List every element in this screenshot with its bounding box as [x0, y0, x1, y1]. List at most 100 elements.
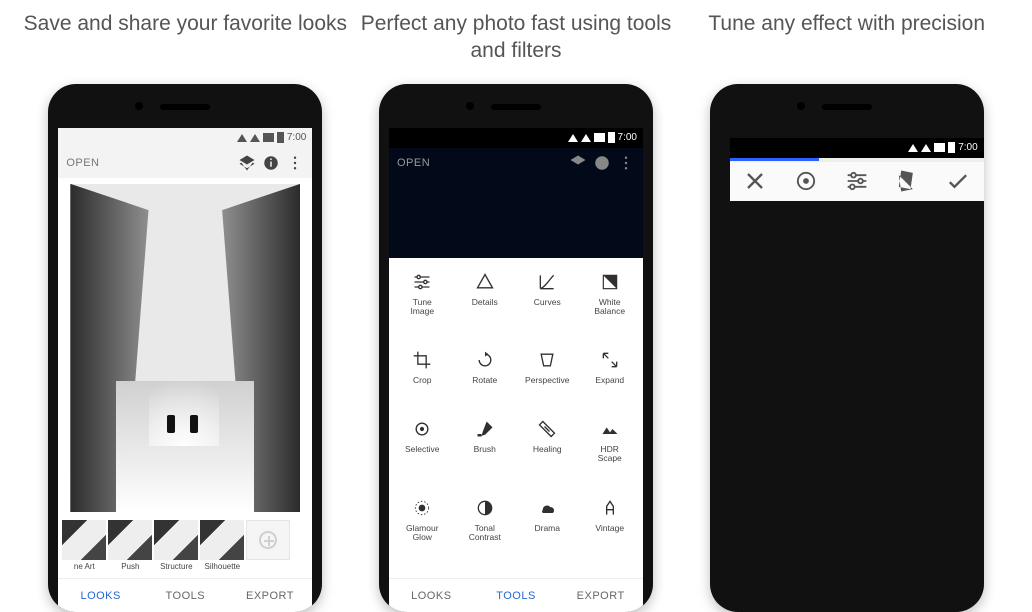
- drama-icon: [537, 498, 557, 518]
- top-toolbar: OPEN: [389, 148, 643, 178]
- open-button[interactable]: OPEN: [66, 157, 232, 169]
- battery-icon: [608, 132, 615, 143]
- tool-label: HDRScape: [598, 445, 622, 463]
- tool-glow[interactable]: GlamourGlow: [391, 492, 454, 570]
- open-button[interactable]: OPEN: [397, 157, 563, 169]
- caption-center: Perfect any photo fast using tools and f…: [351, 10, 682, 66]
- info-icon[interactable]: [262, 154, 280, 172]
- battery-icon: [948, 142, 955, 153]
- tab-tools[interactable]: TOOLS: [474, 579, 559, 612]
- vintage-icon: [600, 498, 620, 518]
- brush-icon: [475, 419, 495, 439]
- tool-rotate[interactable]: Rotate: [454, 344, 517, 413]
- tool-label: GlamourGlow: [406, 524, 439, 542]
- hdr-icon: [600, 419, 620, 439]
- selective-icon[interactable]: [792, 167, 820, 195]
- tab-export[interactable]: EXPORT: [228, 579, 313, 612]
- bottom-tabs: LOOKS TOOLS EXPORT: [58, 578, 312, 612]
- tune-icon[interactable]: [843, 167, 871, 195]
- expand-icon: [600, 350, 620, 370]
- tool-expand[interactable]: Expand: [579, 344, 642, 413]
- tool-white-balance[interactable]: WhiteBalance: [579, 266, 642, 344]
- tonal-icon: [475, 498, 495, 518]
- status-bar: 7:00: [389, 128, 643, 148]
- tool-curves[interactable]: Curves: [516, 266, 579, 344]
- tool-drama[interactable]: Drama: [516, 492, 579, 570]
- add-look-button[interactable]: [246, 520, 290, 571]
- battery-icon: [277, 132, 284, 143]
- tab-export[interactable]: EXPORT: [558, 579, 643, 612]
- tool-label: WhiteBalance: [594, 298, 625, 316]
- glow-icon: [412, 498, 432, 518]
- tab-looks[interactable]: LOOKS: [58, 579, 143, 612]
- main-photo[interactable]: [70, 184, 300, 512]
- tool-hdr[interactable]: HDRScape: [579, 413, 642, 491]
- bottom-tabs: LOOKS TOOLS EXPORT: [389, 578, 643, 612]
- tool-label: Drama: [534, 524, 560, 533]
- more-icon[interactable]: [617, 154, 635, 172]
- phone-frame-3: 7:00 Blur Strength +37: [710, 84, 984, 612]
- more-icon[interactable]: [286, 154, 304, 172]
- signal-icon: [581, 134, 591, 142]
- tool-brush[interactable]: Brush: [454, 413, 517, 491]
- tool-label: Selective: [405, 445, 440, 454]
- status-time: 7:00: [287, 132, 306, 143]
- tool-tune[interactable]: TuneImage: [391, 266, 454, 344]
- signal-icon: [250, 134, 260, 142]
- cell-icon: [263, 133, 274, 142]
- styles-icon[interactable]: [893, 167, 921, 195]
- tool-label: TonalContrast: [469, 524, 501, 542]
- tune-icon: [412, 272, 432, 292]
- look-thumb[interactable]: Silhouette: [200, 520, 244, 571]
- status-bar: 7:00: [730, 138, 984, 158]
- wifi-icon: [237, 134, 247, 142]
- healing-icon: [537, 419, 557, 439]
- tool-label: Brush: [474, 445, 496, 454]
- tool-details[interactable]: Details: [454, 266, 517, 344]
- look-thumb[interactable]: ne Art: [62, 520, 106, 571]
- phone-frame-1: 7:00 OPEN: [48, 84, 322, 612]
- tool-label: Expand: [595, 376, 624, 385]
- tool-perspective[interactable]: Perspective: [516, 344, 579, 413]
- rotate-icon: [475, 350, 495, 370]
- tool-label: Curves: [534, 298, 561, 307]
- tool-label: Details: [472, 298, 498, 307]
- crop-icon: [412, 350, 432, 370]
- apply-button[interactable]: [944, 167, 972, 195]
- status-bar: 7:00: [58, 128, 312, 148]
- status-time: 7:00: [958, 142, 977, 153]
- info-icon[interactable]: [593, 154, 611, 172]
- tool-label: Perspective: [525, 376, 569, 385]
- perspective-icon: [537, 350, 557, 370]
- tool-label: Rotate: [472, 376, 497, 385]
- curves-icon: [537, 272, 557, 292]
- caption-left: Save and share your favorite looks: [24, 10, 347, 66]
- looks-strip: ne Art Push Structure Silhouette: [58, 518, 312, 578]
- cell-icon: [594, 133, 605, 142]
- tool-vintage[interactable]: Vintage: [579, 492, 642, 570]
- caption-right: Tune any effect with precision: [708, 10, 985, 66]
- dimmed-photo: OPEN: [389, 148, 643, 258]
- layers-icon[interactable]: [569, 154, 587, 172]
- white-balance-icon: [600, 272, 620, 292]
- tool-selective[interactable]: Selective: [391, 413, 454, 491]
- wifi-icon: [908, 144, 918, 152]
- tool-label: Healing: [533, 445, 562, 454]
- tab-tools[interactable]: TOOLS: [143, 579, 228, 612]
- close-button[interactable]: [741, 167, 769, 195]
- top-toolbar: OPEN: [58, 148, 312, 178]
- details-icon: [475, 272, 495, 292]
- tool-tonal[interactable]: TonalContrast: [454, 492, 517, 570]
- tools-grid: TuneImage Details Curves WhiteBalance Crop Ro…: [389, 258, 643, 578]
- look-thumb[interactable]: Structure: [154, 520, 198, 571]
- tool-crop[interactable]: Crop: [391, 344, 454, 413]
- phone-frame-2: 7:00 OPEN TuneImage Details Curves WhiteBal…: [379, 84, 653, 612]
- look-thumb[interactable]: Push: [108, 520, 152, 571]
- layers-icon[interactable]: [238, 154, 256, 172]
- wifi-icon: [568, 134, 578, 142]
- tool-label: TuneImage: [410, 298, 434, 316]
- selective-icon: [412, 419, 432, 439]
- cell-icon: [934, 143, 945, 152]
- tab-looks[interactable]: LOOKS: [389, 579, 474, 612]
- tool-healing[interactable]: Healing: [516, 413, 579, 491]
